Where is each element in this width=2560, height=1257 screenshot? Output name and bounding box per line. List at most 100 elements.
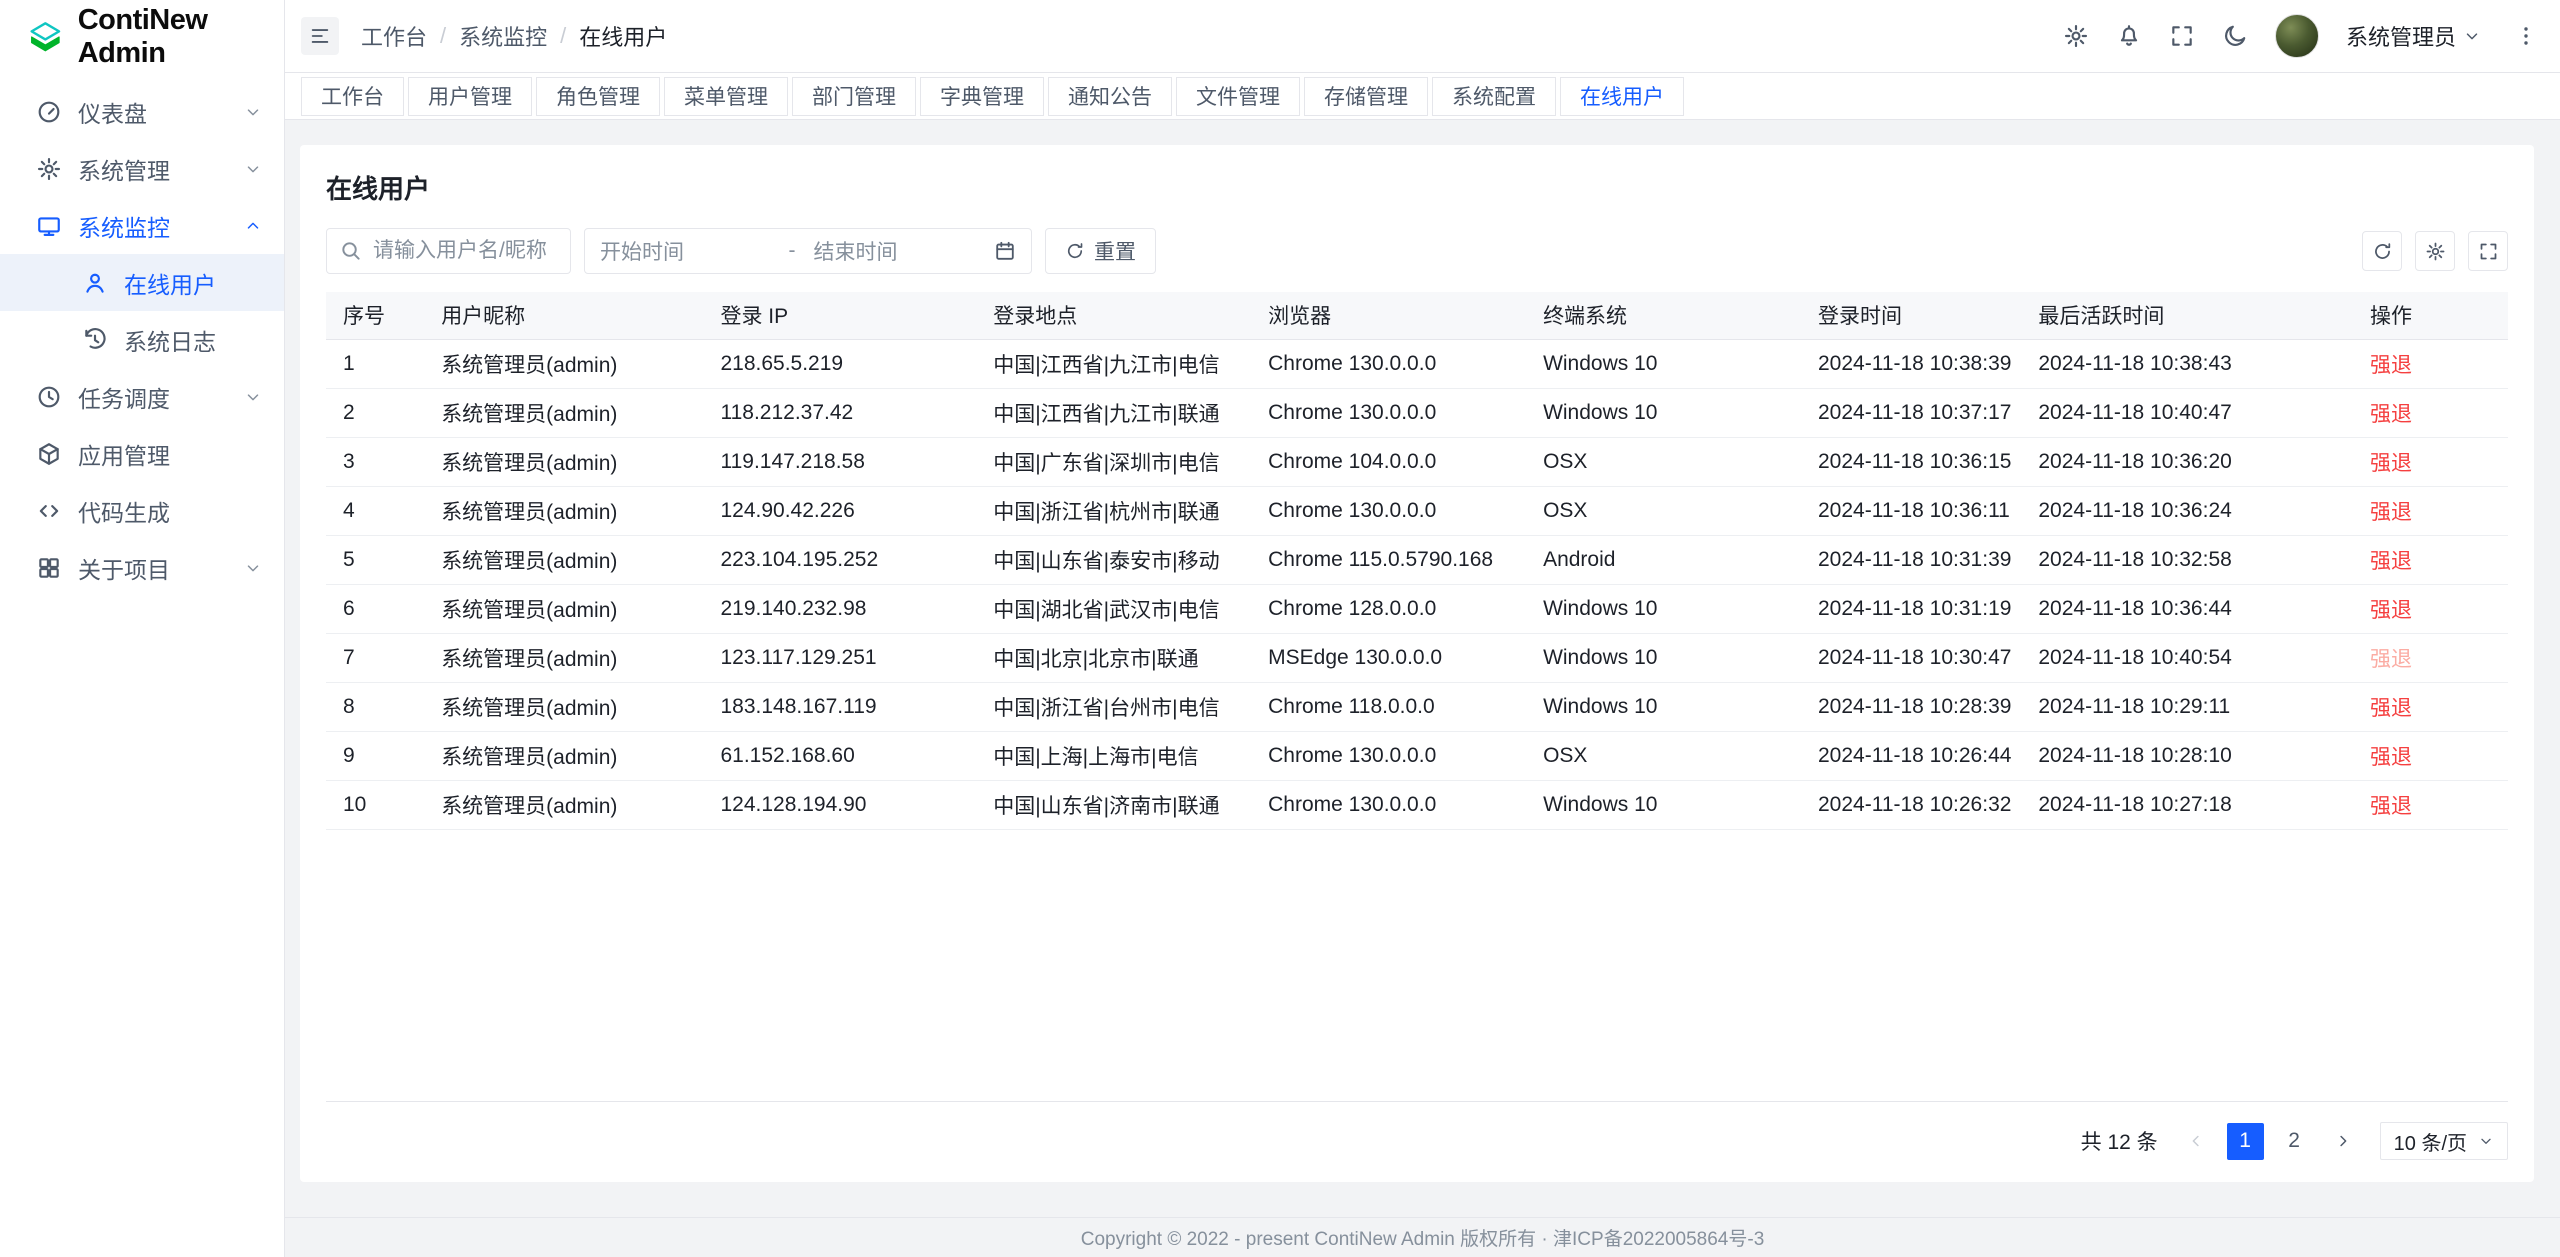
sidebar-item-label: 仪表盘: [78, 95, 147, 129]
column-header: 登录 IP: [703, 292, 976, 339]
breadcrumb-item[interactable]: 工作台: [361, 20, 427, 52]
column-header: 终端系统: [1526, 292, 1801, 339]
tab-6[interactable]: 字典管理: [920, 77, 1044, 116]
tab-2[interactable]: 用户管理: [408, 77, 532, 116]
tab-10[interactable]: 系统配置: [1432, 77, 1556, 116]
force-logout-link[interactable]: 强退: [2370, 501, 2412, 524]
chevron-down-icon: [244, 388, 262, 406]
column-header: 登录地点: [976, 292, 1251, 339]
table-row: 5系统管理员(admin)223.104.195.252中国|山东省|泰安市|移…: [326, 535, 2508, 584]
fullscreen-icon[interactable]: [2169, 23, 2195, 49]
table-row: 1系统管理员(admin)218.65.5.219中国|江西省|九江市|电信Ch…: [326, 339, 2508, 388]
tab-5[interactable]: 部门管理: [792, 77, 916, 116]
cell-browser: Chrome 128.0.0.0: [1251, 584, 1526, 633]
cell-login_time: 2024-11-18 10:26:44: [1801, 731, 2021, 780]
tab-9[interactable]: 存储管理: [1304, 77, 1428, 116]
bell-icon[interactable]: [2116, 23, 2142, 49]
cell-login_time: 2024-11-18 10:37:17: [1801, 388, 2021, 437]
monitor-icon: [36, 213, 62, 239]
sidebar-item-gear[interactable]: 系统管理: [0, 140, 284, 197]
cell-ip: 223.104.195.252: [703, 535, 976, 584]
pagination-prev-button[interactable]: [2178, 1123, 2215, 1160]
app-title: ContiNew Admin: [78, 4, 284, 70]
sidebar-item-monitor[interactable]: 系统监控: [0, 197, 284, 254]
cell-last_active: 2024-11-18 10:36:24: [2021, 486, 2353, 535]
more-icon[interactable]: [2514, 24, 2538, 48]
date-range-picker[interactable]: 开始时间 - 结束时间: [584, 228, 1032, 274]
cell-last_active: 2024-11-18 10:27:18: [2021, 780, 2353, 829]
pagination-page-2[interactable]: 2: [2276, 1123, 2313, 1160]
cell-browser: Chrome 104.0.0.0: [1251, 437, 1526, 486]
cell-last_active: 2024-11-18 10:40:47: [2021, 388, 2353, 437]
cell-action: 强退: [2353, 486, 2508, 535]
moon-icon[interactable]: [2222, 23, 2248, 49]
tab-7[interactable]: 通知公告: [1048, 77, 1172, 116]
sidebar-subitem-history[interactable]: 系统日志: [0, 311, 284, 368]
pagination-page-1[interactable]: 1: [2227, 1123, 2264, 1160]
table-fullscreen-button[interactable]: [2468, 231, 2508, 271]
column-header: 登录时间: [1801, 292, 2021, 339]
cell-nickname: 系统管理员(admin): [424, 731, 703, 780]
table-settings-button[interactable]: [2415, 231, 2455, 271]
sidebar-item-label: 应用管理: [78, 437, 170, 471]
table-row: 10系统管理员(admin)124.128.194.90中国|山东省|济南市|联…: [326, 780, 2508, 829]
cell-browser: Chrome 130.0.0.0: [1251, 780, 1526, 829]
column-header: 用户昵称: [424, 292, 703, 339]
force-logout-link[interactable]: 强退: [2370, 403, 2412, 426]
online-users-table: 序号用户昵称登录 IP登录地点浏览器终端系统登录时间最后活跃时间操作 1系统管理…: [326, 292, 2508, 830]
cell-action: 强退: [2353, 535, 2508, 584]
sidebar-item-label: 系统监控: [78, 209, 170, 243]
breadcrumb-item[interactable]: 系统监控: [459, 20, 547, 52]
tab-8[interactable]: 文件管理: [1176, 77, 1300, 116]
cell-location: 中国|浙江省|台州市|电信: [976, 682, 1251, 731]
pagination-next-button[interactable]: [2325, 1123, 2362, 1160]
cell-action: 强退: [2353, 437, 2508, 486]
force-logout-link[interactable]: 强退: [2370, 354, 2412, 377]
search-input[interactable]: [326, 228, 571, 274]
sidebar-item-dashboard[interactable]: 仪表盘: [0, 83, 284, 140]
tab-4[interactable]: 菜单管理: [664, 77, 788, 116]
settings-icon[interactable]: [2063, 23, 2089, 49]
cell-no: 10: [326, 780, 424, 829]
tab-3[interactable]: 角色管理: [536, 77, 660, 116]
cell-os: Windows 10: [1526, 682, 1801, 731]
cell-ip: 124.128.194.90: [703, 780, 976, 829]
username: 系统管理员: [2346, 20, 2456, 52]
breadcrumb-item[interactable]: 在线用户: [579, 20, 667, 52]
sidebar-subitem-user[interactable]: 在线用户: [0, 254, 284, 311]
table-body: 1系统管理员(admin)218.65.5.219中国|江西省|九江市|电信Ch…: [326, 339, 2508, 829]
force-logout-link[interactable]: 强退: [2370, 452, 2412, 475]
clock-icon: [36, 384, 62, 410]
force-logout-link[interactable]: 强退: [2370, 746, 2412, 769]
force-logout-link[interactable]: 强退: [2370, 550, 2412, 573]
tab-11[interactable]: 在线用户: [1560, 77, 1684, 116]
cell-os: Windows 10: [1526, 339, 1801, 388]
cell-ip: 123.117.129.251: [703, 633, 976, 682]
cell-last_active: 2024-11-18 10:32:58: [2021, 535, 2353, 584]
app-logo[interactable]: ContiNew Admin: [0, 0, 284, 73]
tab-1[interactable]: 工作台: [301, 77, 404, 116]
cell-ip: 183.148.167.119: [703, 682, 976, 731]
cell-location: 中国|湖北省|武汉市|电信: [976, 584, 1251, 633]
cell-no: 2: [326, 388, 424, 437]
sidebar-item-code[interactable]: 代码生成: [0, 482, 284, 539]
online-users-card: 在线用户 开始时间 - 结束时间 重置: [300, 145, 2534, 1182]
sidebar-item-app[interactable]: 应用管理: [0, 425, 284, 482]
sidebar-item-grid[interactable]: 关于项目: [0, 539, 284, 596]
table-refresh-button[interactable]: [2362, 231, 2402, 271]
avatar[interactable]: [2275, 14, 2319, 58]
cell-last_active: 2024-11-18 10:36:44: [2021, 584, 2353, 633]
sidebar-collapse-button[interactable]: [301, 17, 339, 55]
force-logout-link[interactable]: 强退: [2370, 795, 2412, 818]
force-logout-link[interactable]: 强退: [2370, 599, 2412, 622]
reset-button[interactable]: 重置: [1045, 228, 1156, 274]
sidebar-item-clock[interactable]: 任务调度: [0, 368, 284, 425]
cell-os: Windows 10: [1526, 780, 1801, 829]
user-menu[interactable]: 系统管理员: [2346, 20, 2481, 52]
sidebar-item-label: 关于项目: [78, 551, 170, 585]
page-size-select[interactable]: 10 条/页: [2380, 1122, 2508, 1160]
cell-login_time: 2024-11-18 10:31:19: [1801, 584, 2021, 633]
range-separator: -: [781, 239, 804, 263]
force-logout-link[interactable]: 强退: [2370, 697, 2412, 720]
cell-os: OSX: [1526, 486, 1801, 535]
